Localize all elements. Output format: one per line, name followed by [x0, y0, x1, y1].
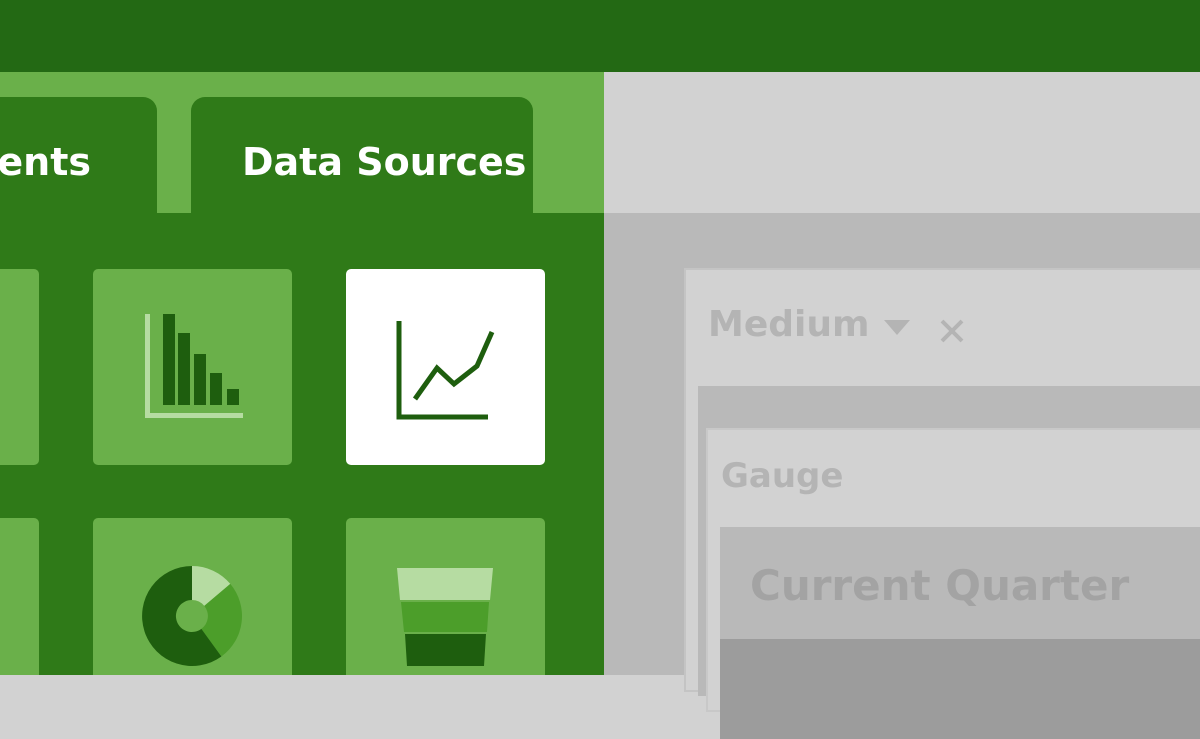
gauge-preview-area — [720, 639, 1200, 739]
component-settings-area: Gauge Current Quarter — [698, 386, 1200, 739]
gauge-title-value: Current Quarter — [750, 561, 1130, 610]
bar-chart-icon — [145, 314, 243, 418]
funnel-chart-icon — [397, 568, 493, 666]
line-chart-icon — [396, 321, 495, 420]
tab-data-sources[interactable]: Data Sources — [191, 97, 533, 213]
size-select-value[interactable]: Medium — [708, 304, 870, 345]
gauge-component-panel: Gauge Current Quarter — [706, 428, 1200, 739]
component-tile-partial[interactable] — [0, 269, 39, 465]
tab-data-sources-label: Data Sources — [242, 140, 527, 184]
line-chart-tile[interactable] — [346, 269, 545, 465]
component-gallery-panel: nents Data Sources — [0, 72, 604, 675]
component-type-label: Gauge — [721, 456, 844, 496]
tab-components[interactable]: nents — [0, 97, 157, 213]
chevron-down-icon[interactable] — [884, 320, 910, 336]
donut-chart-icon — [142, 566, 243, 666]
component-properties-card: Medium Gauge Current Quarter — [684, 268, 1200, 739]
properties-pane-header — [604, 72, 1200, 213]
tab-components-label: nents — [0, 140, 91, 184]
close-icon[interactable] — [939, 318, 965, 344]
properties-pane: Medium Gauge Current Quarter — [604, 72, 1200, 739]
donut-chart-tile[interactable] — [93, 518, 292, 675]
bar-chart-tile[interactable] — [93, 269, 292, 465]
gauge-title-field[interactable]: Current Quarter — [720, 527, 1200, 739]
properties-pane-body: Medium Gauge Current Quarter — [604, 213, 1200, 739]
funnel-chart-tile[interactable] — [346, 518, 545, 675]
top-bar — [0, 0, 1200, 72]
tab-strip: nents Data Sources — [0, 72, 604, 213]
component-tile-partial[interactable] — [0, 518, 39, 675]
